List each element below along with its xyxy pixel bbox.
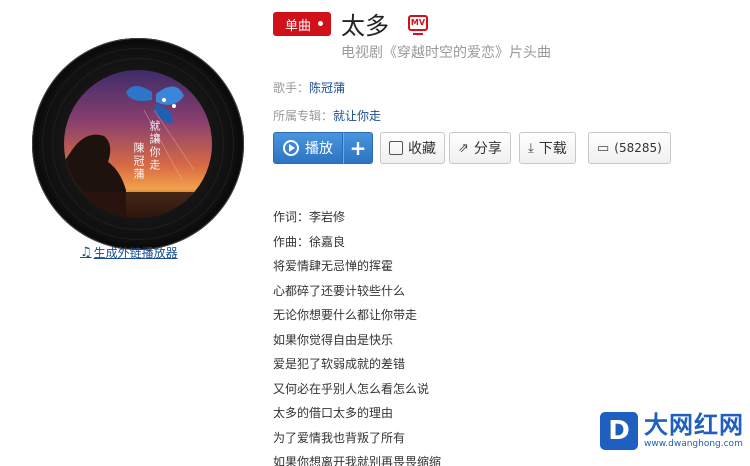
- share-label: 分享: [473, 141, 502, 157]
- lyric-line: 心都碎了还要计较些什么: [273, 283, 406, 298]
- site-watermark: D 大网红网 www.dwanghong.com: [600, 412, 744, 450]
- download-button[interactable]: ⤓ 下载: [519, 132, 576, 164]
- share-button[interactable]: ⇗ 分享: [449, 132, 511, 164]
- single-badge: 单曲: [273, 12, 331, 36]
- action-bar: 播放 +: [273, 132, 373, 164]
- play-icon: [283, 140, 299, 156]
- album-row: 所属专辑：就让你走: [273, 107, 381, 124]
- download-icon: ⤓: [528, 140, 534, 156]
- album-label: 所属专辑：: [273, 109, 334, 123]
- lyric-line: 爱是犯了软弱成就的差错: [273, 357, 406, 371]
- embed-player-label: 生成外链播放器: [93, 246, 178, 260]
- collect-label: 收藏: [408, 141, 436, 157]
- lyric-line: 如果你想离开我就别再畏畏缩缩: [273, 455, 442, 466]
- lyric-line: 作词：李岩修: [273, 210, 346, 224]
- comment-icon: ▭: [597, 140, 610, 156]
- lyric-line: 作曲：徐嘉良: [273, 234, 346, 249]
- watermark-name: 大网红网: [644, 411, 744, 439]
- play-label: 播放: [305, 141, 333, 157]
- song-title: 太多: [341, 12, 389, 40]
- lyric-line: 为了爱情我也背叛了所有: [273, 430, 406, 445]
- album-link[interactable]: 就让你走: [333, 109, 381, 123]
- music-note-icon: ♫: [80, 245, 92, 260]
- album-record: 就讓你走 陳冠蒲: [32, 38, 244, 250]
- share-icon: ⇗: [458, 140, 469, 156]
- play-button[interactable]: 播放: [273, 132, 343, 164]
- lyrics-block: 作词：李岩修 作曲：徐嘉良 将爱情肆无忌惮的挥霍 心都碎了还要计较些什么 无论你…: [273, 208, 441, 466]
- add-to-playlist-button[interactable]: +: [343, 132, 373, 164]
- embed-player-link[interactable]: ♫ 生成外链播放器: [80, 244, 178, 261]
- lyric-line: 如果你觉得自由是快乐: [273, 332, 394, 347]
- play-group: 播放 +: [273, 132, 373, 164]
- album-cover: 就讓你走 陳冠蒲: [64, 70, 212, 218]
- singer-link[interactable]: 陈冠蒲: [309, 81, 345, 95]
- lyric-line: 太多的借口太多的理由: [273, 406, 394, 420]
- watermark-domain: www.dwanghong.com: [644, 439, 743, 449]
- collect-button[interactable]: 收藏: [380, 132, 445, 164]
- singer-row: 歌手：陈冠蒲: [273, 79, 345, 96]
- download-label: 下载: [538, 141, 567, 157]
- lyric-line: 又何必在乎别人怎么看怎么说: [273, 381, 430, 396]
- cover-text-title: 就讓你走: [148, 120, 161, 172]
- folder-plus-icon: [389, 141, 403, 155]
- comments-count: (58285): [614, 141, 662, 155]
- comments-button[interactable]: ▭ (58285): [588, 132, 671, 164]
- singer-label: 歌手：: [273, 81, 310, 95]
- lyric-line: 无论你想要什么都让你带走: [273, 308, 418, 322]
- watermark-logo-icon: D: [600, 412, 638, 450]
- song-subtitle: 电视剧《穿越时空的爱恋》片头曲: [341, 45, 551, 61]
- cover-text-artist: 陳冠蒲: [132, 142, 145, 181]
- mv-icon[interactable]: MV: [408, 15, 428, 35]
- lyric-line: 将爱情肆无忌惮的挥霍: [273, 259, 394, 273]
